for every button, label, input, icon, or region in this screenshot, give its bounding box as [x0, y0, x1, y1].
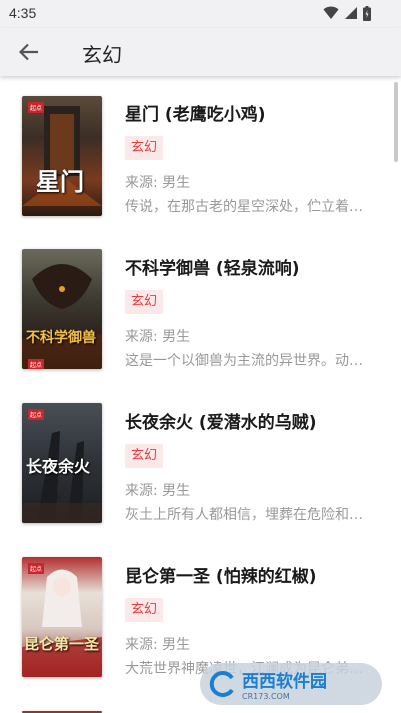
watermark-subtext: CR173.COM — [242, 692, 290, 701]
cover-art — [22, 264, 102, 369]
app-bar: 玄幻 — [0, 28, 401, 76]
page-title: 玄幻 — [82, 43, 122, 67]
book-list[interactable]: 起点 星门 星门 (老鹰吃小鸡) 玄幻 来源: 男生 传说，在那古老的星空深处，… — [0, 76, 401, 713]
cover-title: 昆仑第一圣 — [24, 635, 100, 653]
book-title: 昆仑第一圣 (怕辣的红椒) — [125, 567, 317, 587]
book-source: 来源: 男生 — [125, 175, 191, 191]
cover-title: 星门 — [36, 167, 84, 196]
logo-icon — [209, 671, 234, 697]
cover-badge: 起点 — [28, 102, 45, 113]
book-cover[interactable]: 起点 不科学御兽 — [22, 249, 102, 369]
back-arrow-icon — [19, 43, 38, 61]
cover-art — [22, 106, 102, 206]
watermark-logo: 西西软件园 CR173.COM — [200, 663, 382, 705]
cover-badge: 起点 — [28, 359, 45, 369]
book-item[interactable]: 起点 长夜余火 长夜余火 (爱潜水的乌贼) 玄幻 来源: 男生 灰土上所有人都相… — [0, 384, 401, 538]
wifi-icon — [323, 6, 339, 19]
genre-tag: 玄幻 — [125, 136, 164, 160]
book-source: 来源: 男生 — [125, 637, 191, 653]
genre-tag: 玄幻 — [125, 444, 164, 468]
book-cover[interactable]: 起点 昆仑第一圣 — [22, 557, 102, 677]
watermark-text: 西西软件园 — [242, 672, 327, 692]
watermark-text-block: 西西软件园 CR173.COM — [242, 667, 327, 701]
genre-tag: 玄幻 — [125, 598, 164, 622]
genre-tag: 玄幻 — [125, 290, 164, 314]
status-icons — [323, 5, 371, 21]
book-title: 长夜余火 (爱潜水的乌贼) — [125, 413, 317, 433]
book-item[interactable]: 起点 星门 星门 (老鹰吃小鸡) 玄幻 来源: 男生 传说，在那古老的星空深处，… — [0, 76, 401, 230]
book-source: 来源: 男生 — [125, 483, 191, 499]
book-description: 灰土上所有人都相信，埋葬在危险和荒芜之中的旧世界宝藏…… — [125, 507, 369, 523]
scrollbar-thumb[interactable] — [394, 82, 398, 162]
cover-title: 不科学御兽 — [26, 330, 96, 346]
book-title: 星门 (老鹰吃小鸡) — [125, 105, 266, 125]
book-cover[interactable]: 起点 星门 — [22, 96, 102, 216]
book-description: 传说，在那古老的星空深处，伫立着一道血与火侵染的红色之门…… — [125, 199, 369, 215]
battery-icon — [363, 5, 371, 21]
book-cover[interactable]: 起点 长夜余火 — [22, 403, 102, 523]
cover-badge: 起点 — [28, 409, 45, 420]
cover-badge: 起点 — [28, 563, 45, 574]
signal-icon — [345, 7, 357, 19]
status-bar: 4:35 — [0, 0, 401, 28]
status-time: 4:35 — [9, 5, 37, 21]
book-title: 不科学御兽 (轻泉流响) — [125, 259, 300, 279]
book-source: 来源: 男生 — [125, 329, 191, 345]
back-button[interactable] — [14, 38, 44, 66]
book-item[interactable]: 起点 不科学御兽 不科学御兽 (轻泉流响) 玄幻 来源: 男生 这是一个以御兽为… — [0, 230, 401, 384]
cover-art — [22, 569, 102, 677]
cover-title: 长夜余火 — [26, 457, 91, 476]
book-description: 这是一个以御兽为主流的异世界。动物和植物都可以成为御兽。 — [125, 353, 369, 369]
